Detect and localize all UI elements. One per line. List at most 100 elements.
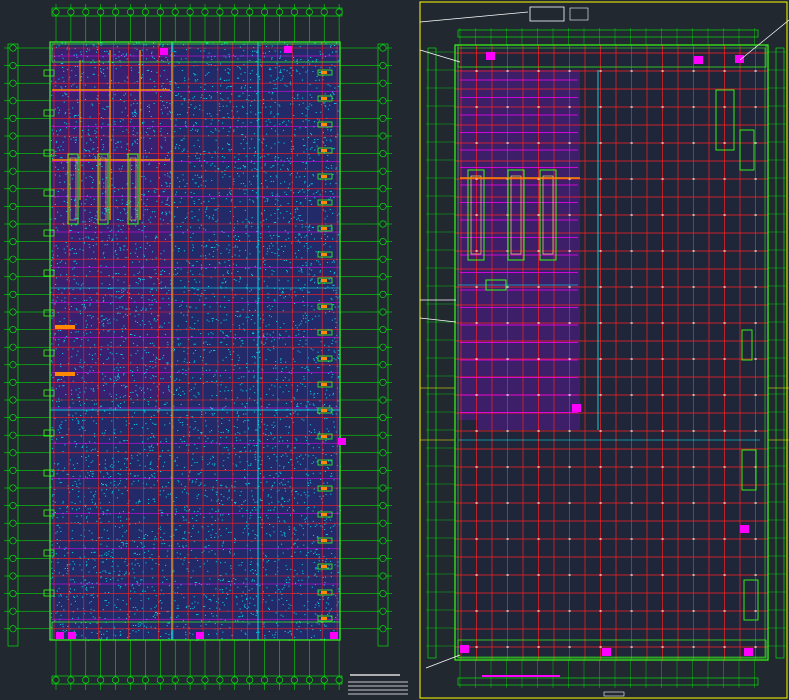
hatch-dot: [259, 251, 261, 253]
hatch-dot: [51, 94, 53, 96]
hatch-dot: [241, 562, 243, 563]
hatch-dot: [89, 303, 91, 305]
hatch-dot: [334, 271, 336, 273]
hatch-dot: [253, 376, 255, 378]
hatch-dot: [220, 341, 222, 343]
hatch-dot: [328, 278, 330, 280]
hatch-dot: [262, 335, 264, 336]
hatch-dot: [197, 531, 199, 533]
hatch-dot: [276, 456, 278, 458]
hatch-dot: [308, 485, 310, 486]
hatch-dot: [263, 319, 265, 321]
hatch-dot: [270, 316, 272, 318]
hatch-dot: [236, 106, 238, 108]
hatch-dot: [295, 211, 297, 213]
hatch-dot: [149, 221, 151, 223]
hatch-dot: [307, 552, 309, 553]
hatch-dot: [309, 224, 311, 226]
hatch-dot: [238, 564, 240, 566]
hatch-dot: [90, 601, 92, 602]
hatch-dot: [85, 588, 87, 590]
hatch-dot: [58, 595, 60, 597]
hatch-dot: [282, 310, 284, 312]
hatch-dot: [160, 108, 162, 110]
hatch-dot: [279, 333, 281, 335]
hatch-dot: [282, 479, 284, 481]
hatch-dot: [279, 465, 281, 467]
hatch-dot: [88, 530, 90, 532]
hatch-dot: [165, 88, 167, 89]
hatch-dot: [305, 243, 307, 244]
hatch-dot: [91, 552, 93, 553]
hatch-dot: [198, 437, 200, 439]
hatch-dot: [94, 86, 96, 88]
hatch-dot: [118, 51, 120, 53]
hatch-dot: [224, 306, 226, 308]
hatch-dot: [274, 634, 276, 636]
hatch-dot: [152, 616, 154, 617]
hatch-dot: [194, 174, 196, 176]
hatch-dot: [259, 377, 261, 379]
hatch-dot: [88, 237, 90, 239]
hatch-dot: [137, 283, 139, 285]
hatch-dot: [222, 631, 224, 633]
hatch-dot: [227, 431, 229, 433]
axis-bubble-left: [9, 308, 17, 316]
hatch-dot: [239, 278, 241, 280]
hatch-dot: [318, 556, 320, 558]
axis-bubble-bottom: [290, 676, 298, 684]
hatch-dot: [70, 249, 72, 251]
hatch-dot: [192, 97, 194, 99]
hatch-dot: [303, 245, 305, 247]
hatch-dot: [89, 221, 91, 222]
hatch-dot: [311, 97, 313, 98]
hatch-dot: [176, 226, 178, 228]
hatch-dot: [78, 626, 80, 628]
hatch-dot: [118, 141, 120, 143]
hatch-dot: [267, 445, 269, 447]
hatch-dot: [134, 564, 136, 566]
hatch-dot: [301, 226, 303, 228]
hatch-dot: [84, 150, 86, 152]
hatch-dot: [211, 508, 213, 510]
hatch-dot: [159, 44, 161, 46]
hatch-dot: [236, 111, 238, 113]
hatch-dot: [262, 261, 264, 263]
hatch-dot: [76, 309, 78, 311]
hatch-dot: [57, 463, 59, 464]
hatch-dot: [111, 295, 113, 297]
hatch-dot: [182, 424, 184, 426]
hatch-dot: [133, 572, 135, 574]
hatch-dot: [221, 171, 223, 173]
hatch-dot: [82, 60, 84, 62]
hatch-dot: [74, 115, 76, 116]
hatch-dot: [205, 208, 207, 210]
hatch-dot: [258, 439, 260, 441]
hatch-dot: [183, 441, 185, 442]
hatch-dot: [89, 508, 91, 510]
hatch-dot: [111, 551, 113, 553]
hatch-dot: [84, 149, 86, 151]
hatch-dot: [159, 526, 161, 528]
hatch-dot: [156, 358, 158, 359]
hatch-dot: [248, 444, 250, 446]
hatch-dot: [301, 525, 303, 527]
hatch-dot: [274, 160, 276, 161]
hatch-dot: [219, 305, 221, 307]
hatch-dot: [297, 538, 299, 540]
hatch-dot: [329, 270, 331, 272]
hatch-dot: [335, 136, 337, 138]
hatch-dot: [239, 367, 241, 369]
hatch-dot: [338, 376, 340, 377]
hatch-dot: [266, 561, 268, 563]
hatch-dot: [275, 361, 277, 363]
hatch-dot: [180, 139, 182, 141]
hatch-dot: [176, 94, 178, 96]
hatch-dot: [72, 568, 74, 570]
hatch-dot: [237, 236, 239, 238]
hatch-dot: [255, 151, 257, 153]
hatch-dot: [77, 420, 79, 422]
hatch-dot: [87, 339, 89, 341]
hatch-dot: [111, 184, 113, 186]
hatch-dot: [207, 42, 209, 44]
